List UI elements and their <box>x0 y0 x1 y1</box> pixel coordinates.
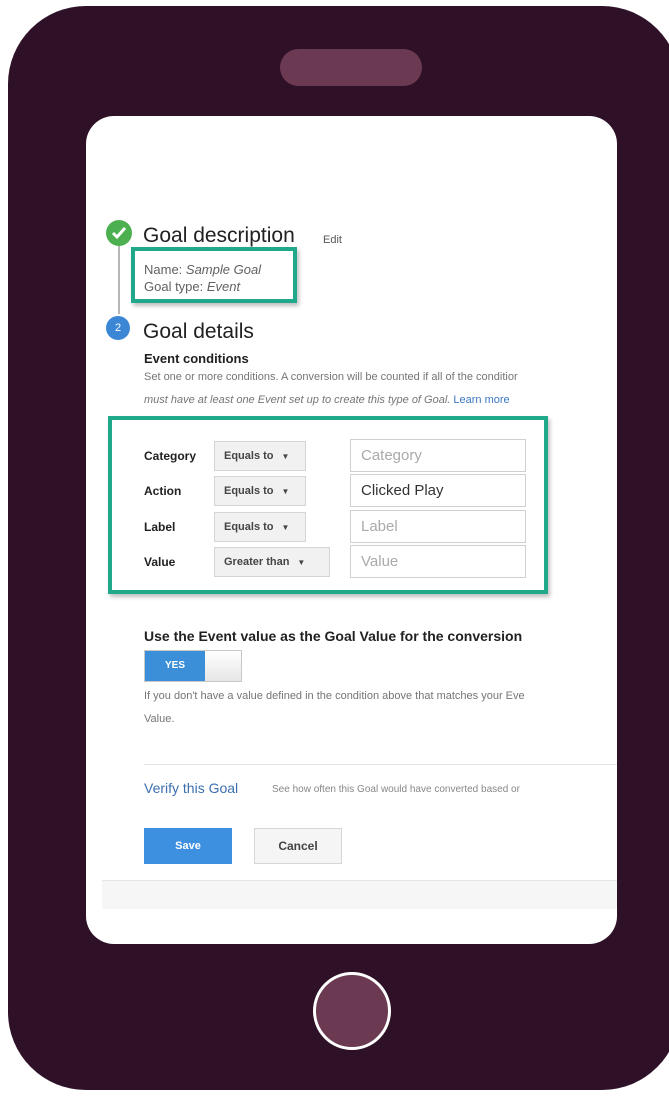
goal-name-value: Sample Goal <box>185 262 262 277</box>
footer-band <box>102 880 617 909</box>
dropdown-caret-icon: ▼ <box>297 558 306 567</box>
verify-goal-link[interactable]: Verify this Goal <box>144 780 238 796</box>
goal-type-label: Goal type: <box>144 279 207 294</box>
conditions-help-italic: must have at least one Event set up to c… <box>144 394 451 406</box>
goal-value-help-text: If you don't have a value defined in the… <box>144 690 525 702</box>
dropdown-caret-icon: ▼ <box>281 487 290 496</box>
condition-label-value: Value <box>144 555 176 569</box>
step-connector-line <box>118 246 120 314</box>
condition-value-input-category[interactable]: Category <box>350 439 526 472</box>
phone-speaker <box>280 49 422 86</box>
condition-label-action: Action <box>144 484 182 498</box>
verify-goal-help-text: See how often this Goal would have conve… <box>272 784 520 795</box>
operator-value: Equals to <box>224 485 274 497</box>
condition-value-input-value[interactable]: Value <box>350 545 526 578</box>
goal-name-line: Name: Sample Goal <box>144 262 261 277</box>
goal-details-title: Goal details <box>143 320 254 343</box>
use-event-value-toggle[interactable]: YES <box>144 650 242 682</box>
condition-operator-select-category[interactable]: Equals to ▼ <box>214 441 306 471</box>
goal-description-title: Goal description <box>143 224 295 247</box>
goal-name-label: Name: <box>144 262 186 277</box>
dropdown-caret-icon: ▼ <box>281 523 290 532</box>
use-event-value-heading: Use the Event value as the Goal Value fo… <box>144 628 523 644</box>
goal-type-line: Goal type: Event <box>144 279 240 294</box>
operator-value: Equals to <box>224 450 274 462</box>
step-complete-check-icon <box>106 220 132 246</box>
condition-label-category: Category <box>144 449 197 463</box>
condition-label-label: Label <box>144 520 176 534</box>
conditions-help-text: Set one or more conditions. A conversion… <box>144 371 518 383</box>
learn-more-link[interactable]: Learn more <box>453 394 509 406</box>
step-number-badge: 2 <box>106 316 130 340</box>
phone-screen: Goal description Edit Name: Sample Goal … <box>86 116 617 944</box>
condition-operator-select-label[interactable]: Equals to ▼ <box>214 512 306 542</box>
operator-value: Equals to <box>224 521 274 533</box>
goal-type-value: Event <box>206 279 241 294</box>
save-button[interactable]: Save <box>144 828 232 864</box>
conditions-help-text-2: must have at least one Event set up to c… <box>144 394 510 406</box>
home-button <box>313 972 391 1050</box>
edit-goal-description-link[interactable]: Edit <box>323 234 342 246</box>
dropdown-caret-icon: ▼ <box>281 452 290 461</box>
phone-frame: Goal description Edit Name: Sample Goal … <box>8 6 669 1090</box>
toggle-knob <box>205 651 241 681</box>
condition-value-input-action[interactable]: Clicked Play <box>350 474 526 507</box>
condition-operator-select-value[interactable]: Greater than ▼ <box>214 547 330 577</box>
toggle-on-label: YES <box>145 651 205 681</box>
event-conditions-heading: Event conditions <box>144 351 249 366</box>
operator-value: Greater than <box>224 556 290 568</box>
condition-operator-select-action[interactable]: Equals to ▼ <box>214 476 306 506</box>
condition-value-input-label[interactable]: Label <box>350 510 526 543</box>
goal-setup-panel: Goal description Edit Name: Sample Goal … <box>86 116 617 944</box>
section-divider <box>144 764 617 765</box>
goal-value-help-text-2: Value. <box>144 713 175 725</box>
cancel-button[interactable]: Cancel <box>254 828 342 864</box>
